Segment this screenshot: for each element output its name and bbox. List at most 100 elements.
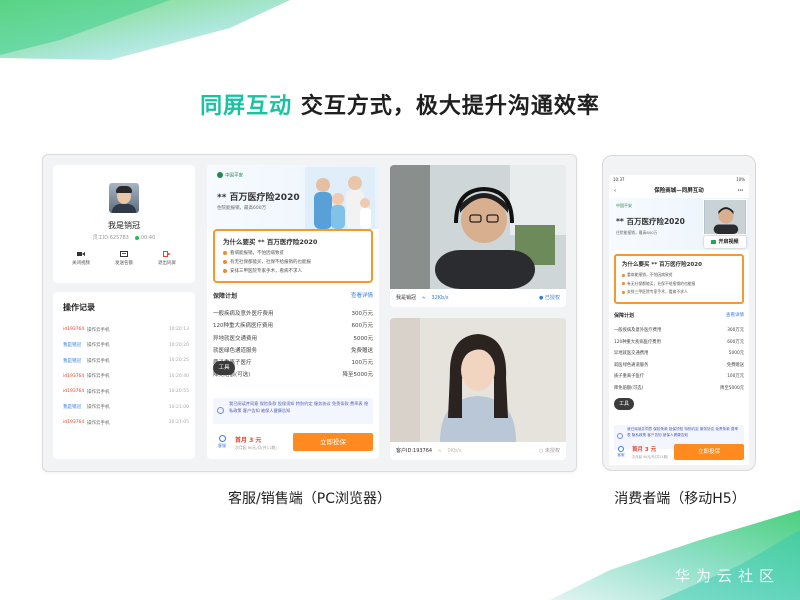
phone-buy-now-button[interactable]: 立即投保 xyxy=(674,444,744,460)
plan-label: 一般疾病及意外医疗费用 xyxy=(614,328,662,333)
agreement-text: 我已阅读并同意 保险条款 投保须知 特别约定 服务协议 免责条款 费率表 隐私政… xyxy=(229,401,369,413)
unauthorized-status: ○ 未授权 xyxy=(539,448,560,454)
log-who: 我是销冠 xyxy=(63,358,81,364)
product-subtitle: 住院能报销，最高600万 xyxy=(217,206,267,211)
phone-product-subtitle: 住院能报销，最高600万 xyxy=(616,230,658,235)
agent-video-tile: 我是销冠 ≈ 32Kb/s ● 已授权 xyxy=(390,165,566,307)
close-video-button[interactable]: 关闭视频 xyxy=(63,251,99,266)
battery-indicator: 10% xyxy=(736,177,745,182)
plan-title: 保障计划 xyxy=(213,293,238,300)
phone-status-bar: 10:37 10% xyxy=(609,175,749,184)
log-who: id193764 xyxy=(63,327,85,333)
send-card-label: 发送名额 xyxy=(115,261,133,266)
agent-video-feed xyxy=(390,165,566,289)
plan-value: 600万元 xyxy=(351,323,374,330)
send-card-button[interactable]: 发送名额 xyxy=(106,251,142,266)
plan-row: 一般疾病及意外医疗费用 300万元 xyxy=(213,308,373,320)
agent-id: 员工ID:625783 xyxy=(92,235,129,241)
family-photo xyxy=(305,167,375,229)
agent-name: 我是销冠 xyxy=(108,221,140,230)
customer-video-feed xyxy=(390,318,566,442)
plan-row: 一般疾病及意外医疗费用 300万元 xyxy=(614,325,744,337)
phone-price-sub: 次月起 90元/月(共11期) xyxy=(632,455,669,459)
plan-row: 异地就医交通费用 5000元 xyxy=(213,333,373,345)
product-title: ** 百万医疗险2020 xyxy=(217,193,300,203)
log-time: 10:20:25 xyxy=(168,358,189,364)
plan-value: 降至5000元 xyxy=(342,372,374,379)
online-dot-icon xyxy=(134,235,139,240)
plan-details-link[interactable]: 查看详情 xyxy=(351,291,373,299)
log-row: 我是销冠 操作云手机 10:20:20 xyxy=(63,338,189,354)
shared-insurance-page[interactable]: 中国平安 ** 百万医疗险2020 住院能报销，最高600万 为什么要买 ** … xyxy=(207,165,379,459)
phone-price: 首月 3 元 xyxy=(632,447,657,453)
plan-row: 异地就医交通费用 5000元 xyxy=(614,348,744,360)
picture-in-picture-video[interactable] xyxy=(703,199,747,235)
phone-product-banner: 中国平安 ** 百万医疗险2020 住院能报销，最高600万 开启视频 xyxy=(609,198,749,250)
tool-button[interactable]: 工具 xyxy=(213,361,235,375)
log-action: 操作云手机 xyxy=(87,374,110,380)
why-item: 看病能报销，不怕因病致贫 xyxy=(622,271,742,280)
agent-actions: 关闭视频 发送名额 退出同屏 xyxy=(63,251,185,266)
exit-cobrowse-button[interactable]: 退出同屏 xyxy=(149,251,185,266)
phone-screen[interactable]: 10:37 10% ‹ 保险商城—同屏互动 ⋯ 中国平安 ** 百万医疗险202… xyxy=(609,175,749,465)
log-who: id193764 xyxy=(63,373,85,379)
why-buy-box: 为什么要买 ** 百万医疗险2020 看病能报销，不怕因病致贫 有无社保都能买，… xyxy=(213,229,373,283)
log-time: 10:20:20 xyxy=(168,342,189,348)
log-row: id193764 操作云手机 10:21:05 xyxy=(63,415,189,431)
plan-row: 降免赔额(可选) 降至5000元 xyxy=(614,383,744,395)
customer-video-bar: 客户ID:193764 ≈ 0Kb/s ○ 未授权 xyxy=(390,442,566,460)
phone-agree-radio[interactable] xyxy=(617,433,623,439)
phone-agreement-text: 我已阅读并同意 保险条款 投保须知 特别约定 服务协议 免责条款 费率表 隐私政… xyxy=(627,427,739,437)
refresh-icon xyxy=(218,435,226,442)
agent-video-name: 我是销冠 xyxy=(396,295,417,301)
phone-time: 10:37 xyxy=(613,177,625,182)
log-action: 操作云手机 xyxy=(87,420,110,426)
customer-service-button[interactable]: 客服 xyxy=(215,435,229,449)
authorized-status: ● 已授权 xyxy=(539,295,560,301)
plan-label: 异地就医交通费用 xyxy=(614,351,649,356)
plan-label: 120种重大疾病医疗费用 xyxy=(614,339,661,345)
why-item: 安排三甲医院专家手术，看病不求人 xyxy=(223,267,369,276)
plan-value: 300万元 xyxy=(727,328,744,333)
plan-row: 降免赔额(可选) 降至5000元 xyxy=(213,369,373,381)
phone-plan-table: 一般疾病及意外医疗费用 300万元 120种重大疾病医疗费用 600万元异地就医交通费… xyxy=(614,325,744,394)
more-icon[interactable]: ⋯ xyxy=(738,184,744,198)
why-buy-title: 为什么要买 ** 百万医疗险2020 xyxy=(223,238,318,246)
agent-avatar xyxy=(109,183,139,213)
log-time: 10:20:40 xyxy=(168,373,189,379)
purchase-bar: 客服 首月 3 元 次月起 90元/月(共11期) 立即投保 xyxy=(213,431,373,455)
card-icon xyxy=(120,251,128,257)
phone-product-title: ** 百万医疗险2020 xyxy=(616,217,685,226)
plan-label: 120种重大疾病医疗费用 xyxy=(213,323,273,330)
plan-row: 120种重大疾病医疗费用 600万元 xyxy=(213,320,373,332)
plan-value: 100万元 xyxy=(727,374,744,379)
buy-now-button[interactable]: 立即投保 xyxy=(293,433,373,451)
phone-plan-header: 保障计划 查看详情 xyxy=(614,312,744,319)
log-time: 10:20:55 xyxy=(168,389,189,395)
plan-value: 5000元 xyxy=(728,351,744,356)
mobile-caption: 消费者端（移动H5） xyxy=(614,491,746,507)
pc-browser-frame: 我是销冠 员工ID:625783 00:40 关闭视频 发送名额 退出同屏 操作记… xyxy=(42,154,577,472)
plan-row: 就医绿色通道服务 免费赠送 xyxy=(213,345,373,357)
video-camera-icon xyxy=(77,252,85,256)
back-arrow-icon[interactable]: ‹ xyxy=(614,184,616,198)
log-action: 操作云手机 xyxy=(87,343,110,349)
page-headline: 同屏互动 交互方式，极大提升沟通效率 xyxy=(0,88,800,120)
why-item: 有无社保都能买，社保不给报销的也能报 xyxy=(622,280,742,289)
phone-why-buy-box: 为什么要买 ** 百万医疗险2020 看病能报销，不怕因病致贫 有无社保都能买，… xyxy=(614,254,744,304)
operation-log-list: id193764 操作云手机 10:20:13 我是销冠 操作云手机 10:20:20 我是… xyxy=(63,322,189,431)
start-video-button[interactable]: 开启视频 xyxy=(704,236,746,248)
phone-nav-bar: ‹ 保险商城—同屏互动 ⋯ xyxy=(609,184,749,198)
phone-customer-service-button[interactable]: 客服 xyxy=(615,446,627,458)
log-row: 我是销冠 操作云手机 10:20:25 xyxy=(63,353,189,369)
operation-log-title: 操作记录 xyxy=(63,303,95,312)
log-row: 我是销冠 操作云手机 10:21:00 xyxy=(63,400,189,416)
phone-plan-details-link[interactable]: 查看详情 xyxy=(726,312,744,318)
plan-row: 120种重大疾病医疗费用 600万元 xyxy=(614,337,744,349)
phone-tool-button[interactable]: 工具 xyxy=(614,398,634,410)
plan-label: 降免赔额(可选) xyxy=(614,385,644,391)
plan-row: 就医绿色通道服务 免费赠送 xyxy=(614,360,744,372)
agree-radio[interactable] xyxy=(217,407,224,414)
plan-value: 600万元 xyxy=(727,339,744,345)
exit-cobrowse-label: 退出同屏 xyxy=(158,261,176,266)
